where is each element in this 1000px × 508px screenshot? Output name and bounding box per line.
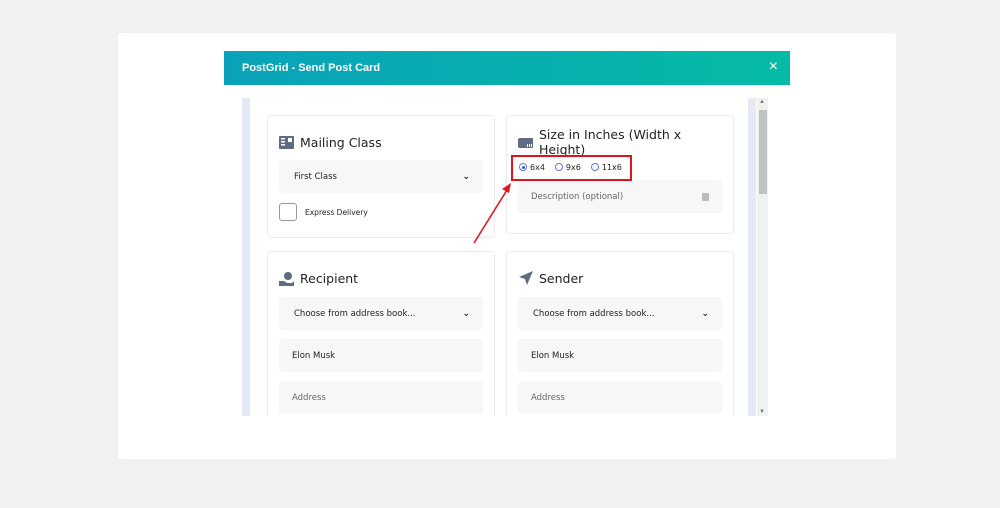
annotation-arrow (0, 0, 1000, 508)
